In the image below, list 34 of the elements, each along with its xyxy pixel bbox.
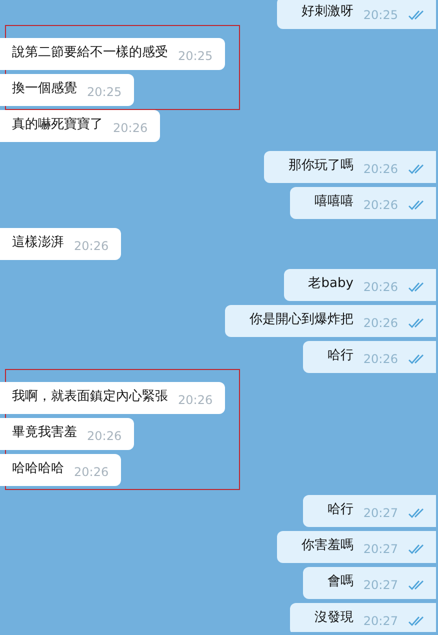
message-time: 20:26 — [74, 465, 109, 479]
message-text: 嘻嘻嘻 — [314, 193, 354, 210]
message-time: 20:25 — [178, 49, 213, 63]
message-time: 20:25 — [363, 8, 398, 22]
message-time: 20:26 — [363, 198, 398, 212]
message-time: 20:26 — [113, 121, 148, 135]
message-time: 20:26 — [74, 239, 109, 253]
message-text: 會嗎 — [327, 573, 354, 590]
message-text: 畢竟我害羞 — [12, 424, 77, 441]
message-time: 20:26 — [363, 352, 398, 366]
message-text: 真的嚇死寶寶了 — [12, 116, 103, 133]
message-time: 20:26 — [363, 316, 398, 330]
message-text: 換一個感覺 — [12, 80, 77, 97]
message-text: 沒發現 — [314, 609, 354, 626]
message-time: 20:27 — [363, 578, 398, 592]
message-text: 你害羞嗎 — [301, 537, 354, 554]
message-text: 那你玩了嗎 — [288, 157, 354, 174]
message-text: 你是開心到爆炸把 — [249, 311, 354, 328]
message-text: 說第二節要給不一樣的感受 — [12, 44, 168, 61]
message-time: 20:26 — [363, 280, 398, 294]
message-text: 老baby — [308, 275, 354, 292]
message-time: 20:27 — [363, 506, 398, 520]
message-time: 20:26 — [178, 393, 213, 407]
message-text: 哈行 — [327, 347, 354, 364]
message-text: 這樣澎湃 — [12, 234, 64, 251]
message-time: 20:26 — [87, 429, 122, 443]
message-text: 好刺激呀 — [301, 3, 354, 20]
message-text: 哈哈哈哈 — [12, 460, 64, 477]
message-text: 哈行 — [327, 501, 354, 518]
message-text: 我啊，就表面鎮定內心緊張 — [12, 388, 168, 405]
message-time: 20:27 — [363, 542, 398, 556]
message-time: 20:25 — [87, 85, 122, 99]
message-time: 20:26 — [363, 162, 398, 176]
message-time: 20:27 — [363, 614, 398, 628]
